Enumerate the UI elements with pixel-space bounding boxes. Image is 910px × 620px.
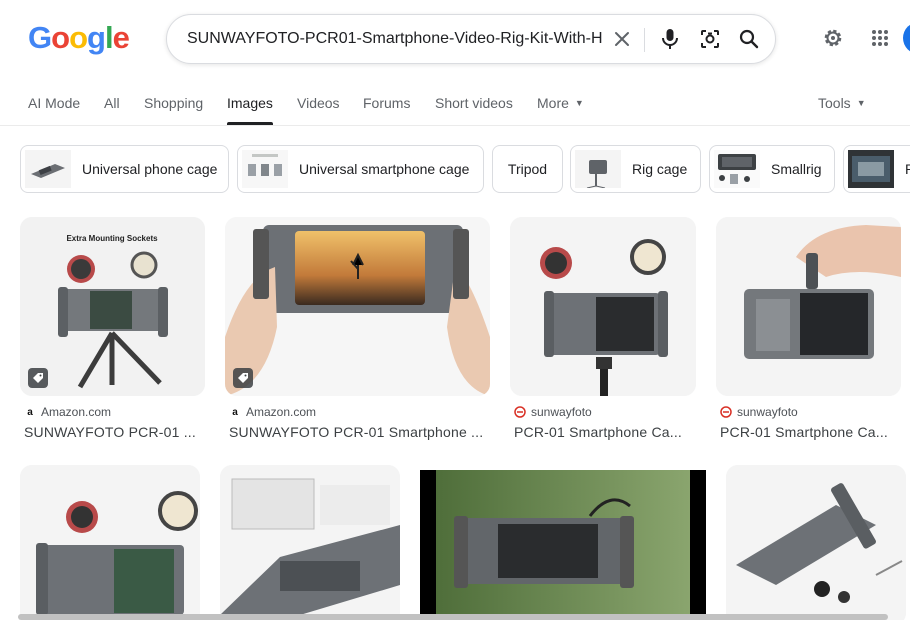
logo-letter: g (87, 20, 106, 55)
chip-rig-cage[interactable]: Rig cage (570, 145, 701, 193)
chip-more-partial[interactable]: P (843, 145, 910, 193)
amazon-favicon-icon: a (27, 406, 33, 418)
result-image[interactable] (20, 465, 200, 620)
google-logo[interactable]: Google (28, 20, 130, 56)
result-image[interactable] (510, 217, 696, 396)
tab-short-videos[interactable]: Short videos (435, 95, 513, 111)
image-caption-text: Extra Mounting Sockets (66, 234, 158, 243)
tab-ai-mode[interactable]: AI Mode (28, 95, 80, 111)
result-source[interactable]: sunwayfoto (514, 405, 592, 419)
chip-universal-smartphone-cage[interactable]: Universal smartphone cage (237, 145, 484, 193)
account-avatar[interactable] (903, 22, 910, 54)
tab-forums[interactable]: Forums (363, 95, 410, 111)
search-input[interactable]: SUNWAYFOTO-PCR01-Smartphone-Video-Rig-Ki… (187, 15, 605, 63)
sunwayfoto-favicon-icon (720, 406, 732, 418)
tab-more[interactable]: More ▼ (537, 95, 584, 111)
result-image[interactable] (726, 465, 906, 620)
chip-thumbnail (242, 150, 288, 188)
chip-label: Smallrig (771, 161, 822, 177)
tab-shopping[interactable]: Shopping (144, 95, 203, 111)
chip-thumbnail (25, 150, 71, 188)
search-icon[interactable] (736, 26, 762, 52)
settings-gear-icon[interactable] (820, 25, 846, 51)
apps-grid-icon[interactable] (867, 25, 893, 51)
result-source-label: sunwayfoto (737, 405, 798, 419)
tools-label: Tools (818, 95, 851, 111)
result-title[interactable]: PCR-01 Smartphone Ca... (514, 424, 694, 440)
logo-letter: o (69, 20, 88, 55)
tools-button[interactable]: Tools ▼ (818, 95, 866, 111)
chip-label: Rig cage (632, 161, 688, 177)
chip-label: P (905, 161, 910, 177)
result-image[interactable] (225, 217, 490, 396)
result-source-label: sunwayfoto (531, 405, 592, 419)
chip-tripod[interactable]: Tripod (492, 145, 563, 193)
chip-universal-phone-cage[interactable]: Universal phone cage (20, 145, 229, 193)
caret-down-icon: ▼ (574, 98, 584, 108)
search-tabs: AI Mode All Shopping Images Videos Forum… (0, 86, 910, 126)
chip-thumbnail (848, 150, 894, 188)
result-image[interactable] (716, 217, 901, 396)
amazon-favicon-icon: a (232, 406, 238, 418)
result-source[interactable]: sunwayfoto (720, 405, 798, 419)
chip-label: Universal phone cage (82, 161, 218, 177)
tab-more-label: More (537, 95, 569, 111)
tab-videos[interactable]: Videos (297, 95, 340, 111)
chip-label: Tripod (507, 161, 548, 177)
logo-letter: e (112, 20, 130, 55)
tab-all[interactable]: All (104, 95, 120, 111)
result-image[interactable] (220, 465, 400, 620)
search-box[interactable]: SUNWAYFOTO-PCR01-Smartphone-Video-Rig-Ki… (166, 14, 776, 64)
chip-thumbnail (575, 150, 621, 189)
search-divider (644, 28, 645, 52)
logo-letter: o (51, 20, 70, 55)
shopping-tag-icon (28, 368, 48, 388)
tab-images[interactable]: Images (227, 95, 273, 111)
logo-letter: l (104, 20, 114, 55)
caret-down-icon: ▼ (856, 98, 866, 108)
chip-smallrig[interactable]: Smallrig (709, 145, 835, 193)
result-source-label: Amazon.com (246, 405, 317, 419)
result-image[interactable]: Extra Mounting Sockets (20, 217, 205, 396)
camera-search-icon[interactable] (697, 26, 723, 52)
logo-letter: G (28, 20, 52, 55)
clear-icon[interactable] (609, 26, 635, 52)
result-source-label: Amazon.com (41, 405, 112, 419)
result-source[interactable]: a Amazon.com (24, 405, 111, 419)
sunwayfoto-favicon-icon (514, 406, 526, 418)
chip-label: Universal smartphone cage (299, 161, 470, 177)
result-video-thumbnail[interactable] (420, 470, 706, 620)
microphone-icon[interactable] (657, 26, 683, 52)
result-source[interactable]: a Amazon.com (229, 405, 316, 419)
result-title[interactable]: PCR-01 Smartphone Ca... (720, 424, 900, 440)
result-title[interactable]: SUNWAYFOTO PCR-01 Smartphone ... (229, 424, 491, 440)
active-tab-indicator (227, 122, 273, 125)
horizontal-scrollbar[interactable] (18, 614, 888, 620)
chip-thumbnail (714, 150, 760, 188)
result-title[interactable]: SUNWAYFOTO PCR-01 ... (24, 424, 204, 440)
shopping-tag-icon (233, 368, 253, 388)
